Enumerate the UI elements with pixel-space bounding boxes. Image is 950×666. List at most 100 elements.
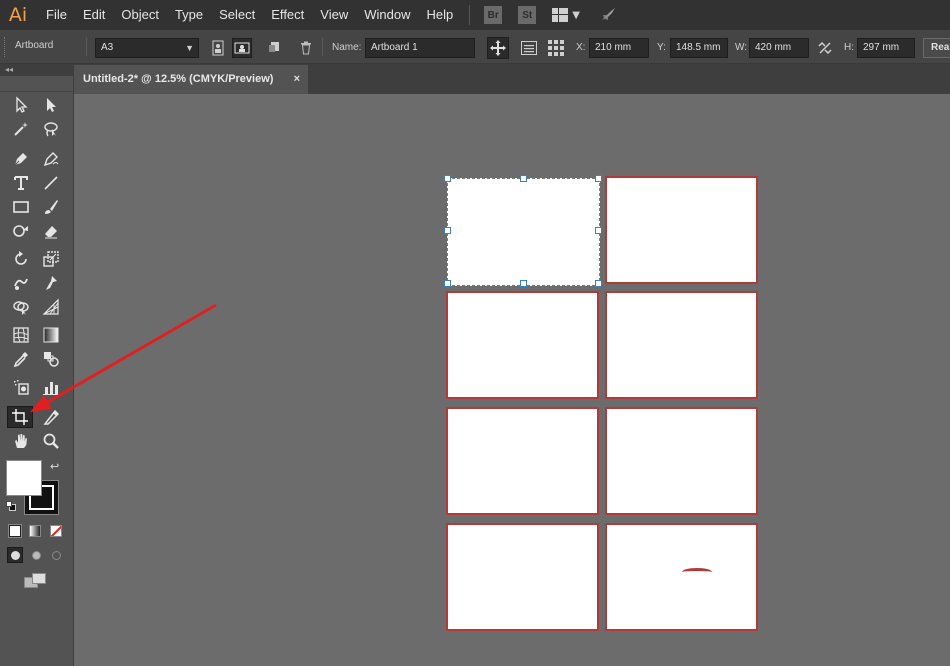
illustrator-window: Ai File Edit Object Type Select Effect V… [0, 0, 950, 666]
constrain-proportions-icon[interactable] [815, 38, 835, 58]
draw-normal-button[interactable] [7, 547, 23, 563]
artboard-2[interactable] [605, 176, 758, 284]
new-artboard-icon[interactable] [264, 38, 284, 58]
menu-bar: Ai File Edit Object Type Select Effect V… [0, 0, 950, 30]
slice-tool-icon[interactable] [38, 406, 64, 428]
w-field[interactable]: 420 mm [749, 38, 809, 58]
artboard-4[interactable] [605, 291, 758, 399]
partial-shape [682, 568, 712, 576]
screen-mode-icon[interactable] [24, 573, 48, 589]
curvature-tool-icon[interactable] [38, 148, 64, 170]
resize-handle[interactable] [595, 227, 602, 234]
artboard-3[interactable] [446, 291, 599, 399]
preset-value: A3 [101, 42, 114, 53]
eraser-tool-icon[interactable] [38, 220, 64, 242]
menu-window[interactable]: Window [356, 0, 418, 30]
default-fill-stroke-icon[interactable] [6, 501, 17, 512]
artboard-name-field[interactable]: Artboard 1 [365, 38, 475, 58]
perspective-grid-tool-icon[interactable] [38, 296, 64, 318]
lasso-tool-icon[interactable] [38, 118, 64, 140]
move-with-artboard-icon[interactable] [487, 37, 509, 59]
artboard-1[interactable] [447, 178, 600, 286]
bridge-button[interactable]: Br [484, 6, 503, 24]
landscape-button[interactable] [232, 38, 252, 58]
pen-tool-icon[interactable] [8, 148, 34, 170]
color-mode-button[interactable] [8, 524, 22, 538]
zoom-tool-icon[interactable] [38, 430, 64, 452]
mesh-tool-icon[interactable] [8, 324, 34, 346]
resize-handle[interactable] [520, 175, 527, 182]
menu-file[interactable]: File [38, 0, 75, 30]
draw-inside-button[interactable] [48, 547, 64, 563]
stock-button[interactable]: St [518, 6, 537, 24]
resize-handle[interactable] [520, 280, 527, 287]
reference-point-icon[interactable] [546, 38, 566, 58]
warp-tool-icon[interactable] [8, 272, 34, 294]
scale-tool-icon[interactable] [38, 248, 64, 270]
menu-effect[interactable]: Effect [263, 0, 312, 30]
portrait-button[interactable] [208, 38, 228, 58]
fill-swatch[interactable] [6, 460, 42, 496]
y-label: Y: [657, 42, 666, 53]
artboard-preset-dropdown[interactable]: A3 ▼ [95, 38, 199, 58]
document-tab-bar: Untitled-2* @ 12.5% (CMYK/Preview) × [74, 64, 950, 94]
shaper-tool-icon[interactable] [8, 220, 34, 242]
paintbrush-tool-icon[interactable] [38, 196, 64, 218]
menu-edit[interactable]: Edit [75, 0, 113, 30]
resize-handle[interactable] [444, 280, 451, 287]
eyedropper-tool-icon[interactable] [8, 348, 34, 370]
control-bar: Artboard A3 ▼ Name: Artboard 1 X: 210 mm… [0, 30, 950, 64]
blend-tool-icon[interactable] [38, 348, 64, 370]
artboard-8[interactable] [605, 523, 758, 631]
fill-stroke-swatches[interactable]: ↩ [6, 460, 62, 515]
panel-grip[interactable] [4, 37, 7, 57]
gpu-performance-icon[interactable] [598, 5, 618, 25]
illustrator-logo: Ai [8, 4, 28, 26]
magic-wand-tool-icon[interactable] [8, 118, 34, 140]
collapse-toggle[interactable]: ◂◂ [0, 64, 73, 76]
tools-panel-header[interactable] [0, 76, 73, 92]
none-mode-button[interactable] [50, 525, 62, 537]
draw-behind-button[interactable] [28, 547, 44, 563]
swap-fill-stroke-icon[interactable]: ↩ [50, 460, 59, 473]
artboard-5[interactable] [446, 407, 599, 515]
artboard-tool-icon[interactable] [7, 406, 33, 428]
resize-handle[interactable] [595, 280, 602, 287]
delete-artboard-icon[interactable] [296, 38, 316, 58]
resize-handle[interactable] [595, 175, 602, 182]
rectangle-tool-icon[interactable] [8, 196, 34, 218]
symbol-sprayer-tool-icon[interactable] [8, 376, 34, 398]
menu-view[interactable]: View [312, 0, 356, 30]
main-menu: File Edit Object Type Select Effect View… [38, 0, 461, 30]
column-graph-tool-icon[interactable] [38, 376, 64, 398]
puppet-warp-tool-icon[interactable] [38, 272, 64, 294]
close-icon[interactable]: × [294, 65, 300, 93]
x-field[interactable]: 210 mm [589, 38, 649, 58]
menu-select[interactable]: Select [211, 0, 263, 30]
menu-help[interactable]: Help [418, 0, 461, 30]
h-field[interactable]: 297 mm [857, 38, 915, 58]
resize-handle[interactable] [444, 175, 451, 182]
menu-type[interactable]: Type [167, 0, 211, 30]
document-tab[interactable]: Untitled-2* @ 12.5% (CMYK/Preview) × [74, 65, 308, 94]
y-field[interactable]: 148.5 mm [670, 38, 728, 58]
canvas-area[interactable] [74, 94, 950, 666]
resize-handle[interactable] [444, 227, 451, 234]
type-tool-icon[interactable] [8, 172, 34, 194]
direct-selection-tool-icon[interactable] [38, 94, 64, 116]
artboard-7[interactable] [446, 523, 599, 631]
chevron-down-icon[interactable]: ▼ [572, 10, 580, 21]
gradient-mode-button[interactable] [29, 525, 41, 537]
menu-object[interactable]: Object [113, 0, 167, 30]
rearrange-all-button[interactable]: Rear [923, 38, 950, 58]
menu-separator [469, 5, 471, 25]
line-segment-tool-icon[interactable] [38, 172, 64, 194]
selection-tool-icon[interactable] [8, 94, 34, 116]
artboard-options-icon[interactable] [519, 38, 539, 58]
hand-tool-icon[interactable] [8, 430, 34, 452]
shape-builder-tool-icon[interactable] [8, 296, 34, 318]
rotate-tool-icon[interactable] [8, 248, 34, 270]
workspace-icon[interactable] [552, 8, 569, 22]
gradient-tool-icon[interactable] [38, 324, 64, 346]
artboard-6[interactable] [605, 407, 758, 515]
